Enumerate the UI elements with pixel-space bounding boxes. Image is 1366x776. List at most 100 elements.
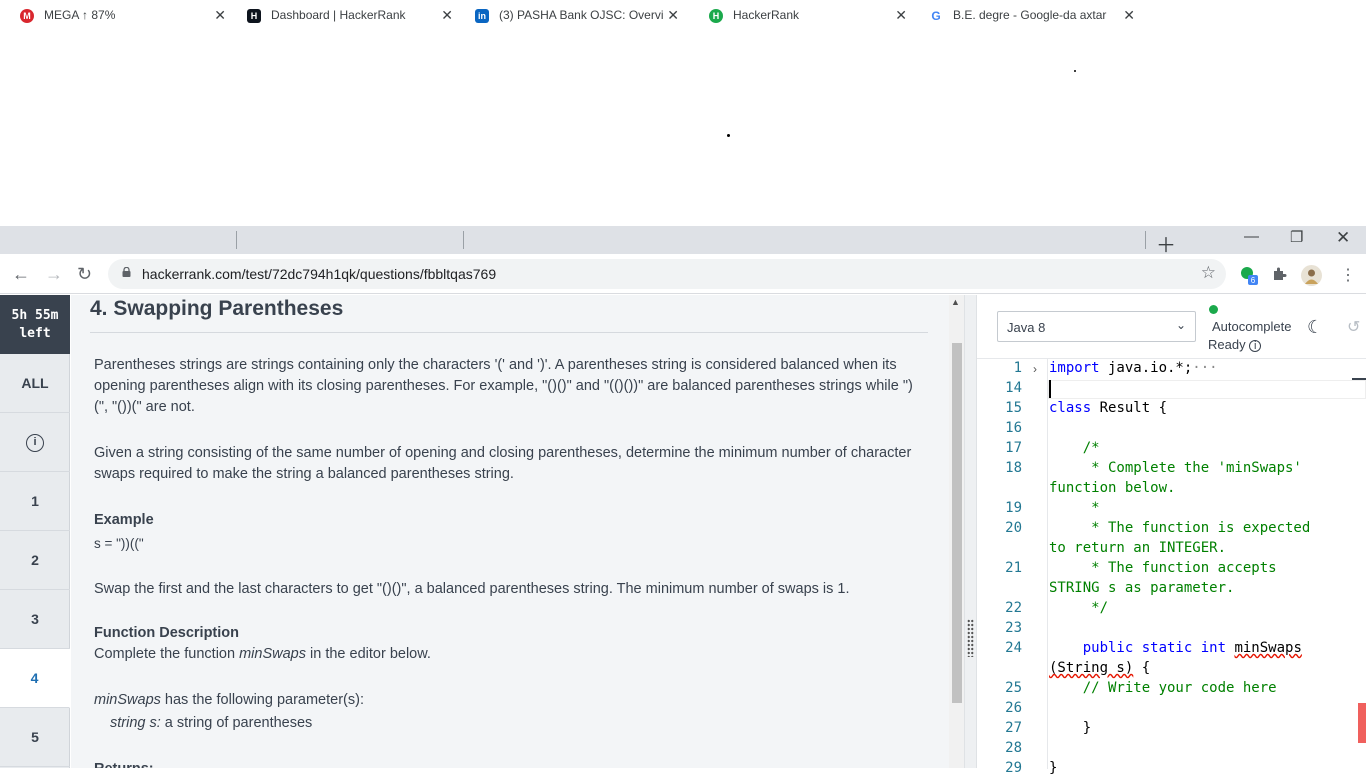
tab-pasha-bank-linkedin[interactable]: in (3) PASHA Bank OJSC: Overview ✕ xyxy=(455,2,689,28)
close-icon[interactable]: ✕ xyxy=(214,7,226,24)
time-left-counter: 5h 55m left xyxy=(0,295,70,354)
close-icon[interactable]: ✕ xyxy=(667,7,679,24)
scrollbar-thumb[interactable] xyxy=(952,343,962,703)
close-icon[interactable]: ✕ xyxy=(895,7,907,24)
question-navigator: 5h 55m left ALL i 1 2 3 4 5 xyxy=(0,295,70,768)
moon-icon[interactable]: ☾ xyxy=(1307,317,1323,338)
code-text: (String s) xyxy=(1049,660,1134,676)
history-icon[interactable]: ↺ xyxy=(1347,317,1360,337)
code-comment: * The function is expected xyxy=(1049,520,1311,536)
code-text: } xyxy=(1049,720,1092,736)
text-cursor xyxy=(1049,380,1051,398)
back-arrow-icon[interactable]: ← xyxy=(12,264,30,285)
chevron-down-icon: ⌄ xyxy=(1175,318,1186,332)
restore-button[interactable]: ❐ xyxy=(1290,228,1303,246)
parameters-intro: minSwaps has the following parameter(s): xyxy=(94,690,924,711)
omnibox[interactable]: hackerrank.com/test/72dc794h1qk/question… xyxy=(108,259,1226,289)
nav-question-number: 4 xyxy=(30,670,39,686)
tab-google-search[interactable]: G B.E. degre - Google-da axtar ✕ xyxy=(909,2,1145,28)
text-fragment: in the editor below. xyxy=(305,646,431,662)
tab-separator xyxy=(1145,231,1146,249)
tab-dashboard-hackerrank[interactable]: H Dashboard | HackerRank ✕ xyxy=(227,2,463,28)
nav-all-label: ALL xyxy=(21,375,49,391)
nav-all-questions[interactable]: ALL xyxy=(0,354,70,413)
reload-icon[interactable]: ↻ xyxy=(77,264,92,285)
code-comment: * Complete the 'minSwaps' xyxy=(1049,460,1302,476)
line-number: 16 xyxy=(1005,420,1022,436)
minimize-button[interactable]: — xyxy=(1244,228,1259,245)
tab-separator xyxy=(236,231,237,249)
nav-question-number: 3 xyxy=(31,611,39,627)
lock-icon xyxy=(122,267,131,277)
extension-icon[interactable]: 6 xyxy=(1240,266,1260,286)
scroll-up-arrow-icon[interactable]: ▲ xyxy=(951,297,960,307)
line-number: 17 xyxy=(1005,440,1022,456)
avatar[interactable] xyxy=(1301,265,1322,286)
code-editor-panel: Java 8 ⌄ Autocomplete Ready i ☾ ↺ 1 14 1… xyxy=(977,295,1366,776)
line-number: 24 xyxy=(1005,640,1022,656)
close-window-button[interactable]: ✕ xyxy=(1336,228,1350,248)
browser-menu-icon[interactable]: ⋮ xyxy=(1340,265,1356,285)
tab-separator xyxy=(463,231,464,249)
close-icon[interactable]: ✕ xyxy=(1123,7,1135,24)
line-number: 27 xyxy=(1005,720,1022,736)
ready-label: Ready xyxy=(1208,337,1246,352)
example-heading: Example xyxy=(94,512,154,528)
code-keyword: public static int xyxy=(1049,640,1227,656)
function-description-heading: Function Description xyxy=(94,625,239,641)
line-number: 23 xyxy=(1005,620,1022,636)
line-number: 15 xyxy=(1005,400,1022,416)
code-text: { xyxy=(1133,660,1151,676)
code-comment: // Write your code here xyxy=(1049,680,1277,696)
folded-ellipsis[interactable]: ··· xyxy=(1192,360,1217,376)
line-number: 26 xyxy=(1005,700,1022,716)
puzzle-icon[interactable] xyxy=(1271,266,1287,282)
function-description-text: Complete the function minSwaps in the ed… xyxy=(94,644,924,665)
parameter-item: string s: a string of parentheses xyxy=(110,713,940,734)
nav-instructions[interactable]: i xyxy=(0,413,70,472)
title-divider xyxy=(90,332,928,333)
extension-badge: 6 xyxy=(1251,276,1256,285)
code-keyword: import xyxy=(1049,360,1100,376)
line-number: 1 xyxy=(1013,360,1022,376)
tab-hackerrank-active[interactable]: H HackerRank ✕ xyxy=(689,2,917,28)
tab-mega[interactable]: M MEGA ↑ 87% ✕ xyxy=(0,2,236,28)
close-icon[interactable]: ✕ xyxy=(441,7,453,24)
fold-chevron-icon[interactable]: › xyxy=(1033,362,1037,376)
code-area[interactable]: 1 14 15 16 17 18 19 20 21 22 23 24 25 26… xyxy=(977,358,1366,776)
url-text[interactable]: hackerrank.com/test/72dc794h1qk/question… xyxy=(142,266,496,282)
mega-icon: M xyxy=(20,9,34,23)
language-select[interactable]: Java 8 ⌄ xyxy=(997,311,1196,342)
code-comment: STRING s as parameter. xyxy=(1049,580,1235,596)
line-number: 19 xyxy=(1005,500,1022,516)
nav-question-3[interactable]: 3 xyxy=(0,590,70,649)
ready-status: Ready i xyxy=(1208,337,1262,352)
bookmark-star-icon[interactable]: ☆ xyxy=(1201,263,1216,283)
code-comment: to return an INTEGER. xyxy=(1049,540,1227,556)
text-fragment: has the following parameter(s): xyxy=(160,692,364,708)
status-dot-icon xyxy=(1209,305,1218,314)
tab-label: HackerRank xyxy=(733,8,800,22)
line-number: 22 xyxy=(1005,600,1022,616)
info-icon: i xyxy=(26,434,44,453)
nav-question-4[interactable]: 4 xyxy=(0,649,70,708)
line-number: 18 xyxy=(1005,460,1022,476)
tab-label: B.E. degre - Google-da axtar xyxy=(953,8,1107,22)
stray-dot xyxy=(727,134,730,137)
nav-question-1[interactable]: 1 xyxy=(0,472,70,531)
tab-label: Dashboard | HackerRank xyxy=(271,8,406,22)
nav-question-5[interactable]: 5 xyxy=(0,708,70,767)
line-number: 14 xyxy=(1005,380,1022,396)
code-line: class Result { xyxy=(1049,400,1167,416)
drag-handle-icon[interactable] xyxy=(967,619,974,657)
forward-arrow-icon[interactable]: → xyxy=(45,264,63,285)
autocomplete-toggle-label[interactable]: Autocomplete xyxy=(1212,319,1292,334)
nav-question-2[interactable]: 2 xyxy=(0,531,70,590)
gutter-border xyxy=(1047,359,1048,769)
info-icon[interactable]: i xyxy=(1249,340,1262,352)
tab-label: (3) PASHA Bank OJSC: Overview xyxy=(499,8,663,22)
problem-statement-panel: 4. Swapping Parentheses Parentheses stri… xyxy=(71,295,949,768)
code-comment: * The function accepts xyxy=(1049,560,1277,576)
example-value: s = "))((" xyxy=(94,536,144,551)
pane-splitter[interactable] xyxy=(964,295,977,768)
